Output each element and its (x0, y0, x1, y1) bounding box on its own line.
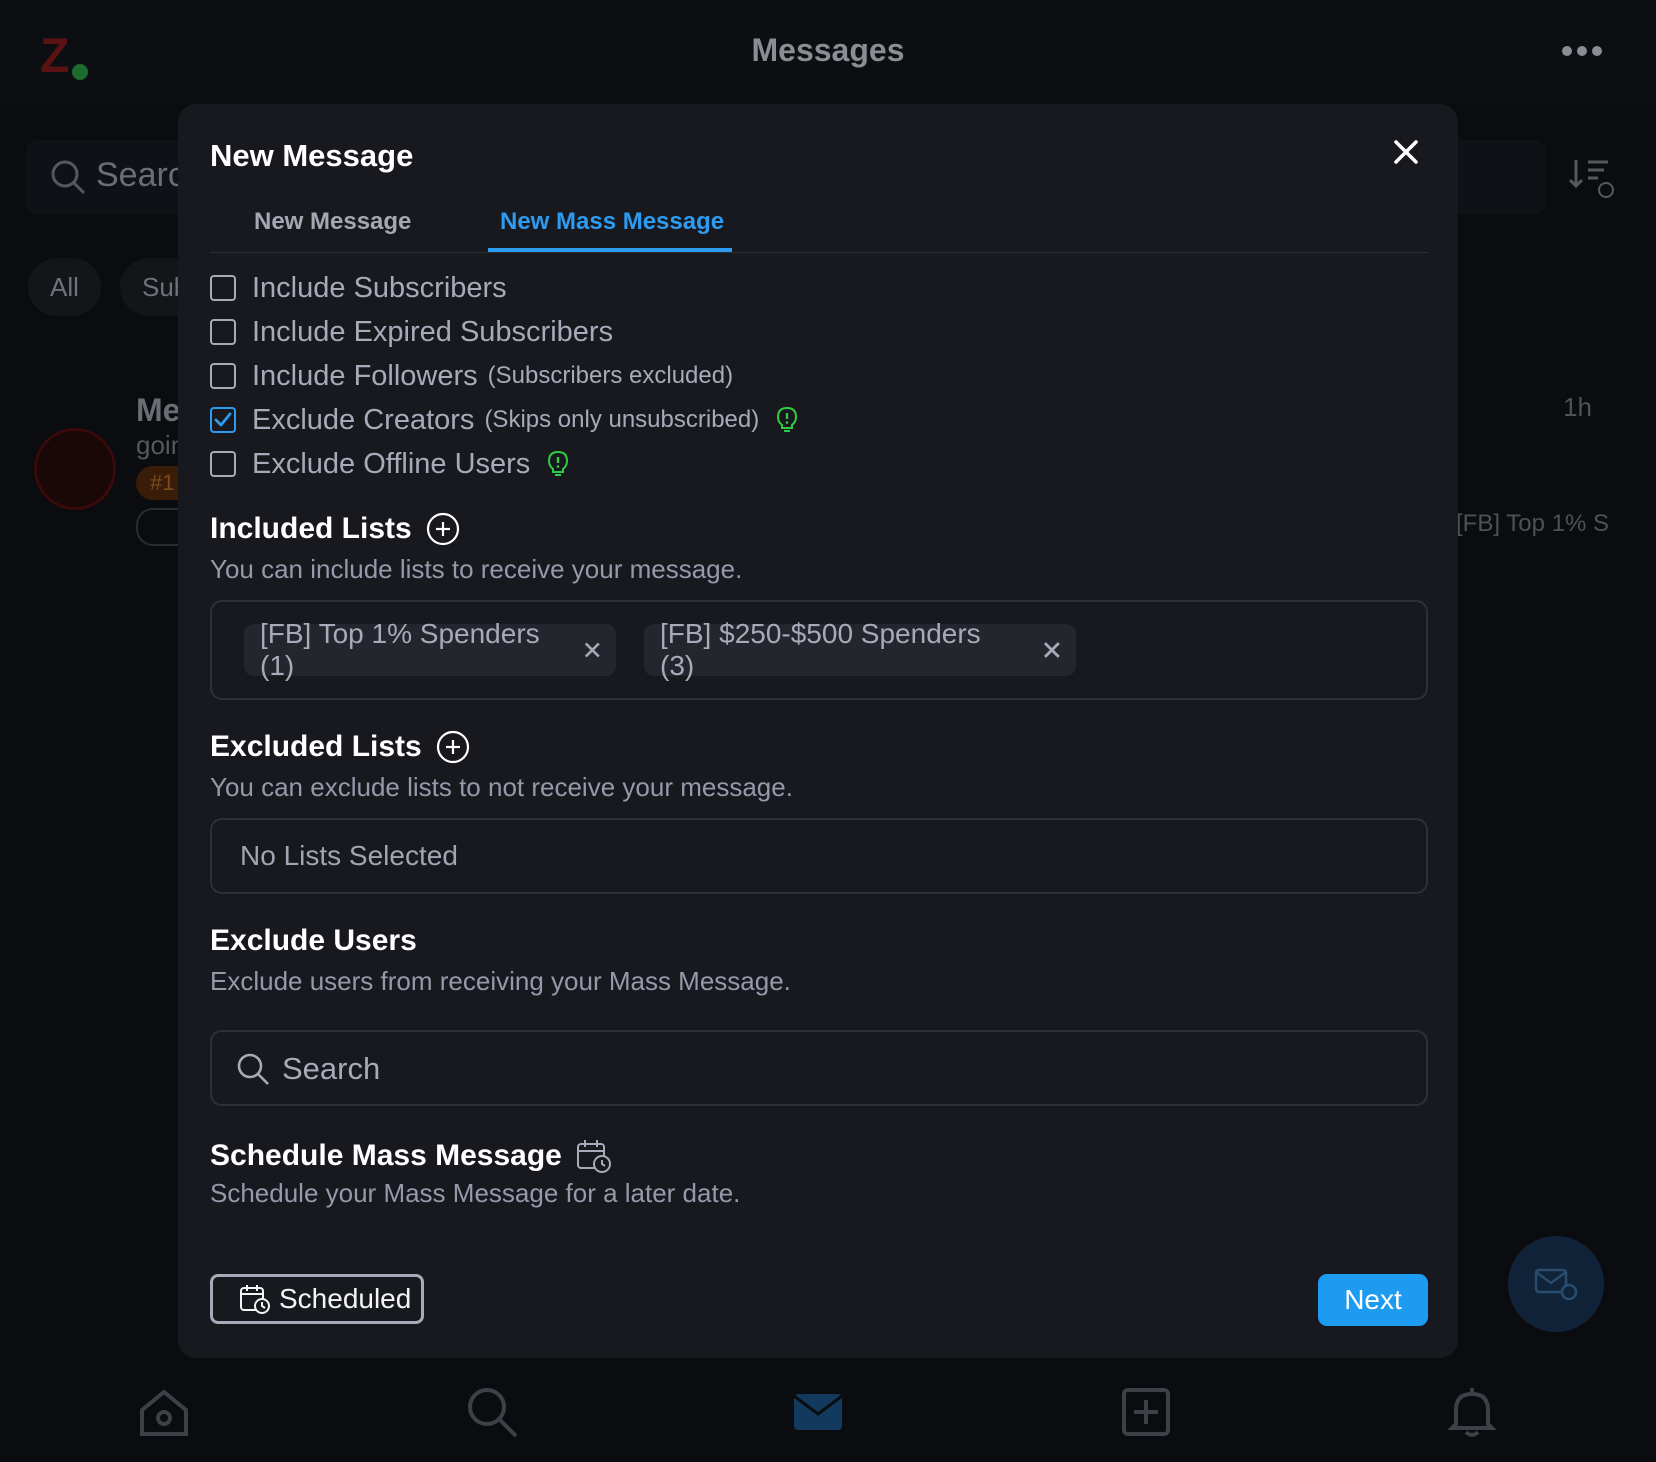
checkbox-icon[interactable] (210, 319, 236, 345)
modal-title: New Message (210, 138, 414, 173)
compose-button[interactable] (1508, 1236, 1604, 1332)
search-icon (51, 160, 86, 195)
option-label: Include Followers (252, 359, 478, 392)
new-message-modal: New Message New Message New Mass Message… (178, 104, 1458, 1358)
lightbulb-icon[interactable] (775, 406, 799, 434)
option-note: (Subscribers excluded) (487, 362, 734, 389)
conversation-list-tag: [FB] Top 1% S (1456, 510, 1609, 537)
exclude-users-title: Exclude Users (210, 924, 417, 957)
included-lists-description: You can include lists to receive your me… (210, 554, 743, 584)
list-chip-label: [FB] Top 1% Spenders (1) (260, 618, 540, 681)
compose-mail-icon (1534, 1268, 1578, 1301)
check-icon (214, 412, 232, 427)
add-circle-icon[interactable] (436, 730, 470, 764)
sort-icon[interactable] (1566, 152, 1618, 204)
message-tabs: New Message New Mass Message (210, 194, 1428, 253)
option-label: Include Expired Subscribers (252, 315, 614, 348)
option-include-subscribers[interactable]: Include Subscribers (210, 270, 507, 306)
x-icon[interactable] (583, 640, 602, 660)
search-input[interactable] (280, 1040, 1384, 1098)
checkbox-icon[interactable] (210, 363, 236, 389)
mail-icon[interactable] (790, 1384, 846, 1440)
list-chip-label: [FB] $250-$500 Spenders (3) (660, 618, 981, 681)
filter-chip-all[interactable]: All (28, 258, 101, 316)
checkbox-icon[interactable] (210, 275, 236, 301)
exclude-users-description: Exclude users from receiving your Mass M… (210, 966, 791, 996)
option-label: Exclude Offline Users (252, 447, 531, 480)
lightbulb-icon[interactable] (546, 450, 570, 478)
tab-new-message[interactable]: New Message (222, 204, 458, 252)
bell-icon[interactable] (1444, 1384, 1500, 1440)
avatar[interactable] (34, 428, 116, 510)
tab-new-mass-message[interactable]: New Mass Message (488, 204, 732, 252)
schedule-title: Schedule Mass Message (210, 1139, 562, 1172)
exclude-users-search[interactable] (210, 1030, 1428, 1106)
excluded-lists-box[interactable]: No Lists Selected (210, 818, 1428, 894)
more-icon[interactable] (1560, 36, 1604, 66)
option-note: (Skips only unsubscribed) (484, 406, 760, 433)
conversation-name: Me (136, 392, 181, 428)
search-icon[interactable] (464, 1384, 520, 1440)
list-chip: [FB] Top 1% Spenders (1) (244, 618, 616, 681)
conversation-time: 1h (1563, 392, 1592, 422)
x-icon[interactable] (1042, 640, 1062, 660)
included-lists-heading: Included Lists (210, 512, 460, 546)
scheduled-button-label: Scheduled (279, 1283, 412, 1314)
list-chip: [FB] $250-$500 Spenders (3) (644, 618, 1076, 681)
top-bar: Z Messages (0, 0, 1656, 104)
option-exclude-creators[interactable]: Exclude Creators (Skips only unsubscribe… (210, 402, 799, 438)
included-lists-box[interactable]: [FB] Top 1% Spenders (1) [FB] $250-$500 … (210, 600, 1428, 700)
add-circle-icon[interactable] (426, 512, 460, 546)
option-include-followers[interactable]: Include Followers (Subscribers excluded) (210, 358, 733, 394)
excluded-lists-description: You can exclude lists to not receive you… (210, 772, 793, 802)
excluded-lists-title: Excluded Lists (210, 730, 422, 763)
calendar-clock-icon[interactable] (576, 1138, 612, 1174)
option-include-expired-subscribers[interactable]: Include Expired Subscribers (210, 314, 613, 350)
option-label: Exclude Creators (252, 403, 475, 436)
schedule-description: Schedule your Mass Message for a later d… (210, 1178, 741, 1208)
calendar-clock-icon (240, 1285, 270, 1314)
empty-lists-text: No Lists Selected (240, 840, 458, 871)
search-icon (237, 1053, 269, 1085)
option-label: Include Subscribers (252, 271, 507, 304)
close-icon[interactable] (1390, 136, 1422, 168)
schedule-heading: Schedule Mass Message (210, 1138, 612, 1174)
next-button[interactable]: Next (1318, 1274, 1428, 1326)
checkbox-icon[interactable] (210, 451, 236, 477)
bottom-nav (0, 1364, 1656, 1462)
checkbox-checked-icon[interactable] (210, 407, 236, 433)
option-exclude-offline-users[interactable]: Exclude Offline Users (210, 446, 570, 482)
exclude-users-heading: Exclude Users (210, 924, 417, 958)
plus-square-icon[interactable] (1118, 1384, 1174, 1440)
excluded-lists-heading: Excluded Lists (210, 730, 470, 764)
home-icon[interactable] (136, 1384, 192, 1440)
included-lists-title: Included Lists (210, 512, 412, 545)
app-title: Messages (751, 32, 905, 68)
scheduled-button[interactable]: Scheduled (210, 1274, 424, 1324)
